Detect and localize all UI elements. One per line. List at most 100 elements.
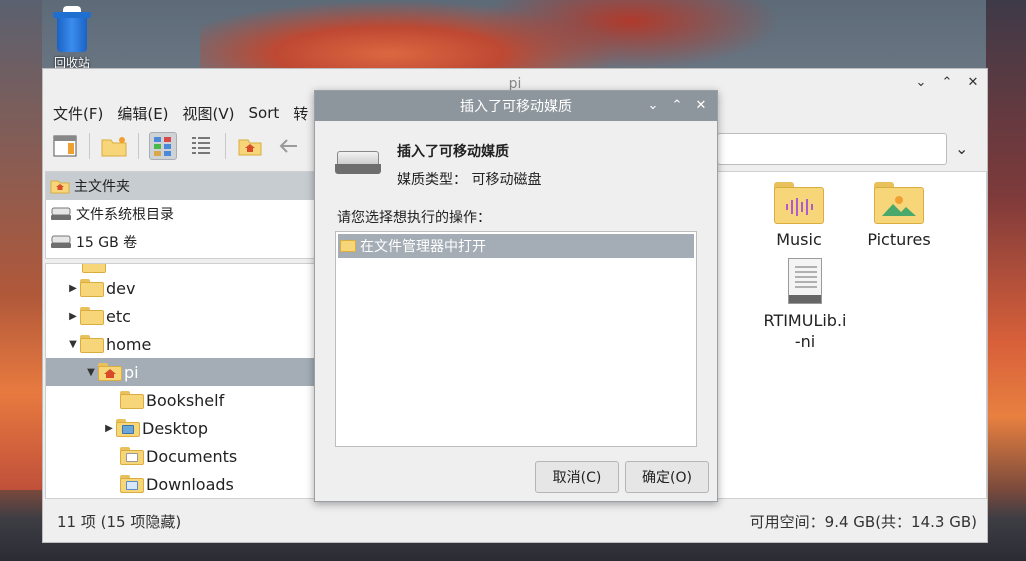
place-item-root[interactable]: 文件系统根目录 — [46, 200, 316, 228]
back-button[interactable] — [274, 132, 302, 160]
file-label: RTIMULib.i-ni — [763, 311, 847, 351]
wallpaper-left — [0, 0, 42, 490]
home-icon — [50, 180, 70, 194]
media-type: 媒质类型： 可移动磁盘 — [397, 172, 542, 188]
removable-media-dialog: 插入了可移动媒质 ⌄ ⌃ ✕ 插入了可移动媒质 媒质类型： 可移动磁盘 请您选择… — [314, 90, 718, 502]
wallpaper-glow — [480, 0, 780, 70]
toolbar-separator — [225, 133, 226, 159]
tree-item-pi[interactable]: ▼ pi — [46, 358, 316, 386]
file-item-music[interactable]: Music — [754, 182, 844, 249]
place-label: 文件系统根目录 — [76, 207, 174, 223]
maximize-button[interactable]: ⌃ — [941, 75, 953, 91]
folder-icon — [340, 240, 356, 252]
file-item-rtimulib[interactable]: RTIMULib.i-ni — [760, 258, 850, 352]
folder-icon — [80, 279, 104, 297]
dialog-header: 插入了可移动媒质 媒质类型： 可移动磁盘 — [335, 137, 541, 189]
item-count: 11 项 (15 项隐藏) — [57, 512, 182, 531]
place-label: 15 GB 卷 — [76, 235, 138, 251]
expand-arrow-icon[interactable]: ▶ — [102, 423, 116, 434]
maximize-button[interactable]: ⌃ — [671, 98, 683, 114]
home-icon — [238, 139, 262, 156]
free-space: 可用空间：9.4 GB(共：14.3 GB) — [749, 512, 977, 531]
music-folder-icon — [774, 182, 824, 224]
places-pane: 主文件夹 文件系统根目录 15 GB 卷 — [45, 171, 317, 259]
tree-item-bookshelf[interactable]: Bookshelf — [46, 386, 316, 414]
address-dropdown-icon[interactable]: ⌄ — [955, 139, 968, 158]
folder-icon — [120, 391, 144, 409]
tree-item-partial — [46, 264, 316, 274]
list-view-icon — [192, 137, 210, 154]
directory-tree: ▶ dev ▶ etc ▼ home ▼ pi Bookshelf ▶ Desk… — [45, 263, 317, 499]
dialog-titlebar[interactable]: 插入了可移动媒质 ⌄ ⌃ ✕ — [315, 91, 717, 121]
drive-icon — [51, 207, 71, 220]
tree-item-dev[interactable]: ▶ dev — [46, 274, 316, 302]
expand-arrow-icon[interactable]: ▶ — [66, 283, 80, 294]
new-folder-icon — [101, 137, 127, 157]
pictures-folder-icon — [874, 182, 924, 224]
action-label: 在文件管理器中打开 — [360, 239, 486, 255]
tree-label: dev — [106, 278, 136, 298]
new-window-icon — [53, 135, 77, 157]
tree-item-documents[interactable]: Documents — [46, 442, 316, 470]
toolbar-separator — [138, 133, 139, 159]
tree-item-etc[interactable]: ▶ etc — [46, 302, 316, 330]
action-list: 在文件管理器中打开 — [335, 231, 697, 447]
ok-button[interactable]: 确定(O) — [625, 461, 709, 493]
place-item-volume[interactable]: 15 GB 卷 — [46, 228, 316, 256]
cancel-button[interactable]: 取消(C) — [535, 461, 619, 493]
home-button[interactable] — [236, 132, 264, 160]
folder-icon — [80, 307, 104, 325]
desktop-trash[interactable]: 回收站 — [48, 6, 96, 71]
place-label: 主文件夹 — [74, 179, 130, 195]
status-bar: 11 项 (15 项隐藏) 可用空间：9.4 GB(共：14.3 GB) — [43, 507, 987, 535]
tree-label: Bookshelf — [146, 390, 225, 410]
minimize-button[interactable]: ⌄ — [647, 98, 659, 114]
file-item-pictures[interactable]: Pictures — [854, 182, 944, 249]
minimize-button[interactable]: ⌄ — [915, 75, 927, 91]
menu-view[interactable]: 视图(V) — [183, 103, 235, 124]
wallpaper-right — [986, 0, 1026, 490]
list-view-button[interactable] — [187, 132, 215, 160]
tree-label: Downloads — [146, 474, 234, 494]
action-prompt: 请您选择想执行的操作： — [337, 210, 491, 226]
back-arrow-icon — [279, 139, 297, 153]
collapse-arrow-icon[interactable]: ▼ — [84, 367, 98, 378]
icon-view-button[interactable] — [149, 132, 177, 160]
toolbar-separator — [89, 133, 90, 159]
collapse-arrow-icon[interactable]: ▼ — [66, 339, 80, 350]
documents-folder-icon — [120, 447, 144, 465]
tree-item-home[interactable]: ▼ home — [46, 330, 316, 358]
tree-label: pi — [124, 362, 139, 382]
menu-file[interactable]: 文件(F) — [53, 103, 103, 124]
icon-view-icon — [154, 137, 171, 156]
menu-go[interactable]: 转 — [293, 103, 308, 124]
new-tab-button[interactable] — [100, 132, 128, 160]
drive-icon — [51, 235, 71, 248]
dialog-heading: 插入了可移动媒质 — [397, 144, 509, 160]
tree-label: Desktop — [142, 418, 208, 438]
close-button[interactable]: ✕ — [695, 98, 707, 114]
menu-edit[interactable]: 编辑(E) — [117, 103, 168, 124]
tree-label: home — [106, 334, 152, 354]
address-input[interactable] — [717, 133, 947, 165]
new-window-button[interactable] — [51, 132, 79, 160]
home-folder-icon — [98, 363, 122, 381]
trash-icon — [53, 6, 91, 52]
tree-label: Documents — [146, 446, 238, 466]
tree-item-downloads[interactable]: Downloads — [46, 470, 316, 498]
drive-icon — [335, 151, 381, 175]
desktop-folder-icon — [116, 419, 140, 437]
folder-icon — [80, 335, 104, 353]
file-label: Pictures — [867, 230, 931, 249]
dialog-title: 插入了可移动媒质 — [460, 99, 572, 115]
text-file-icon — [788, 258, 822, 304]
expand-arrow-icon[interactable]: ▶ — [66, 311, 80, 322]
action-item-open-in-file-manager[interactable]: 在文件管理器中打开 — [338, 234, 694, 258]
tree-item-desktop[interactable]: ▶ Desktop — [46, 414, 316, 442]
place-item-home[interactable]: 主文件夹 — [46, 172, 316, 200]
close-button[interactable]: ✕ — [967, 75, 979, 91]
menu-sort[interactable]: Sort — [249, 104, 280, 122]
file-label: Music — [776, 230, 822, 249]
downloads-folder-icon — [120, 475, 144, 493]
tree-label: etc — [106, 306, 131, 326]
